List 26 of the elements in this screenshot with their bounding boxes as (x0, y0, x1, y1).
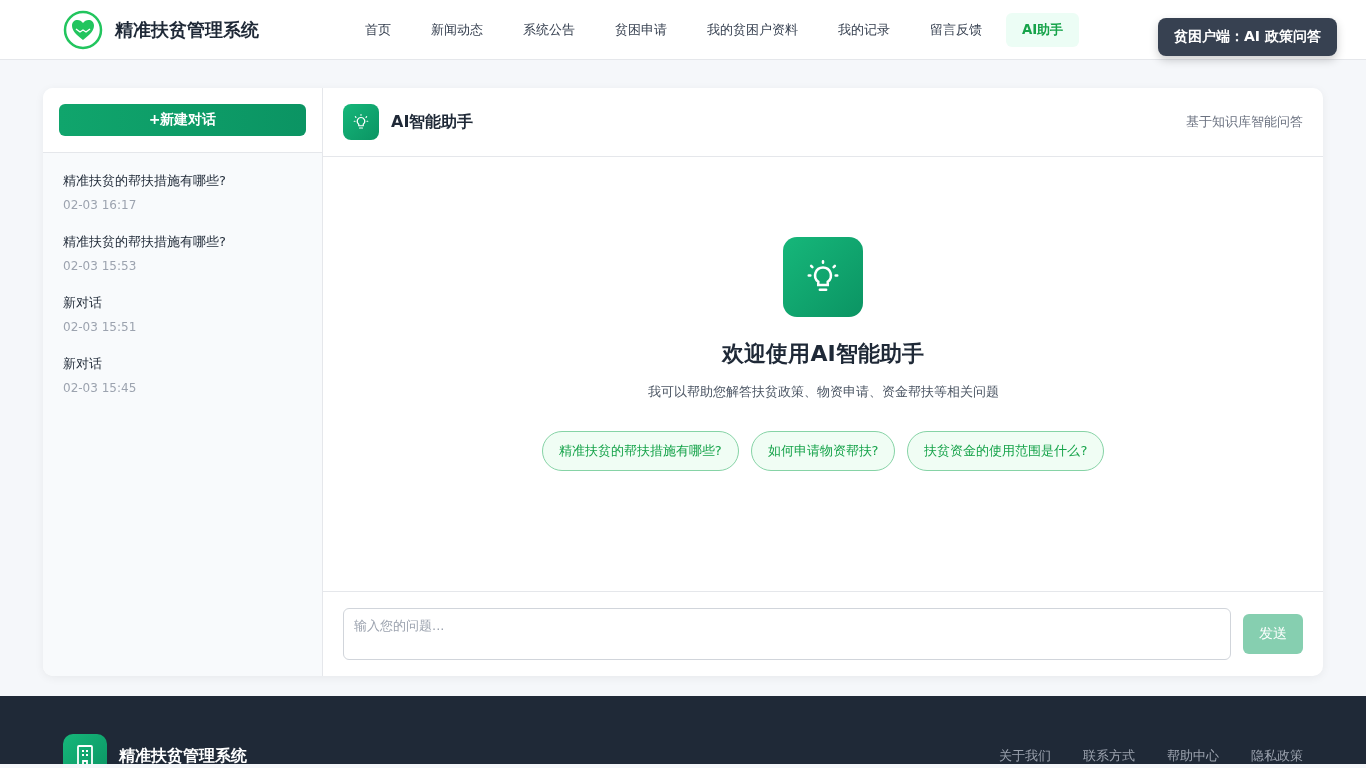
footer-link[interactable]: 隐私政策 (1251, 747, 1303, 764)
nav-tab[interactable]: 系统公告 (507, 12, 591, 47)
lightbulb-icon (783, 237, 863, 317)
conversation-item[interactable]: 新对话 02-03 15:51 (43, 275, 322, 336)
welcome-title: 欢迎使用AI智能助手 (722, 340, 924, 368)
welcome-text: 我可以帮助您解答扶贫政策、物资申请、资金帮扶等相关问题 (647, 383, 999, 401)
footer-brand: 精准扶贫管理系统 (119, 745, 247, 764)
nav-tab[interactable]: 首页 (349, 12, 407, 47)
conversation-item[interactable]: 新对话 02-03 15:45 (43, 336, 322, 397)
nav-tab[interactable]: 留言反馈 (914, 12, 998, 47)
heart-logo-icon (63, 9, 103, 50)
chat-title: AI智能助手 (391, 111, 474, 133)
lightbulb-icon (343, 104, 379, 140)
footer-link[interactable]: 帮助中心 (1167, 747, 1219, 764)
footer-link[interactable]: 关于我们 (999, 747, 1051, 764)
nav-tab[interactable]: 我的记录 (822, 12, 906, 47)
conversation-item[interactable]: 精准扶贫的帮扶措施有哪些? 02-03 15:53 (43, 214, 322, 275)
chat-subtitle: 基于知识库智能问答 (1186, 113, 1303, 131)
nav-tab[interactable]: 贫困申请 (599, 12, 683, 47)
footer-link[interactable]: 联系方式 (1083, 747, 1135, 764)
nav-tab[interactable]: 我的贫困户资料 (691, 12, 814, 47)
brand-title: 精准扶贫管理系统 (115, 17, 259, 42)
nav-tab[interactable]: 新闻动态 (415, 12, 499, 47)
tooltip: 贫困户端：AI 政策问答 (1158, 18, 1337, 56)
question-input-field[interactable]: 输入您的问题... (343, 608, 1231, 660)
conversation-item[interactable]: 精准扶贫的帮扶措施有哪些? 02-03 16:17 (43, 153, 322, 214)
